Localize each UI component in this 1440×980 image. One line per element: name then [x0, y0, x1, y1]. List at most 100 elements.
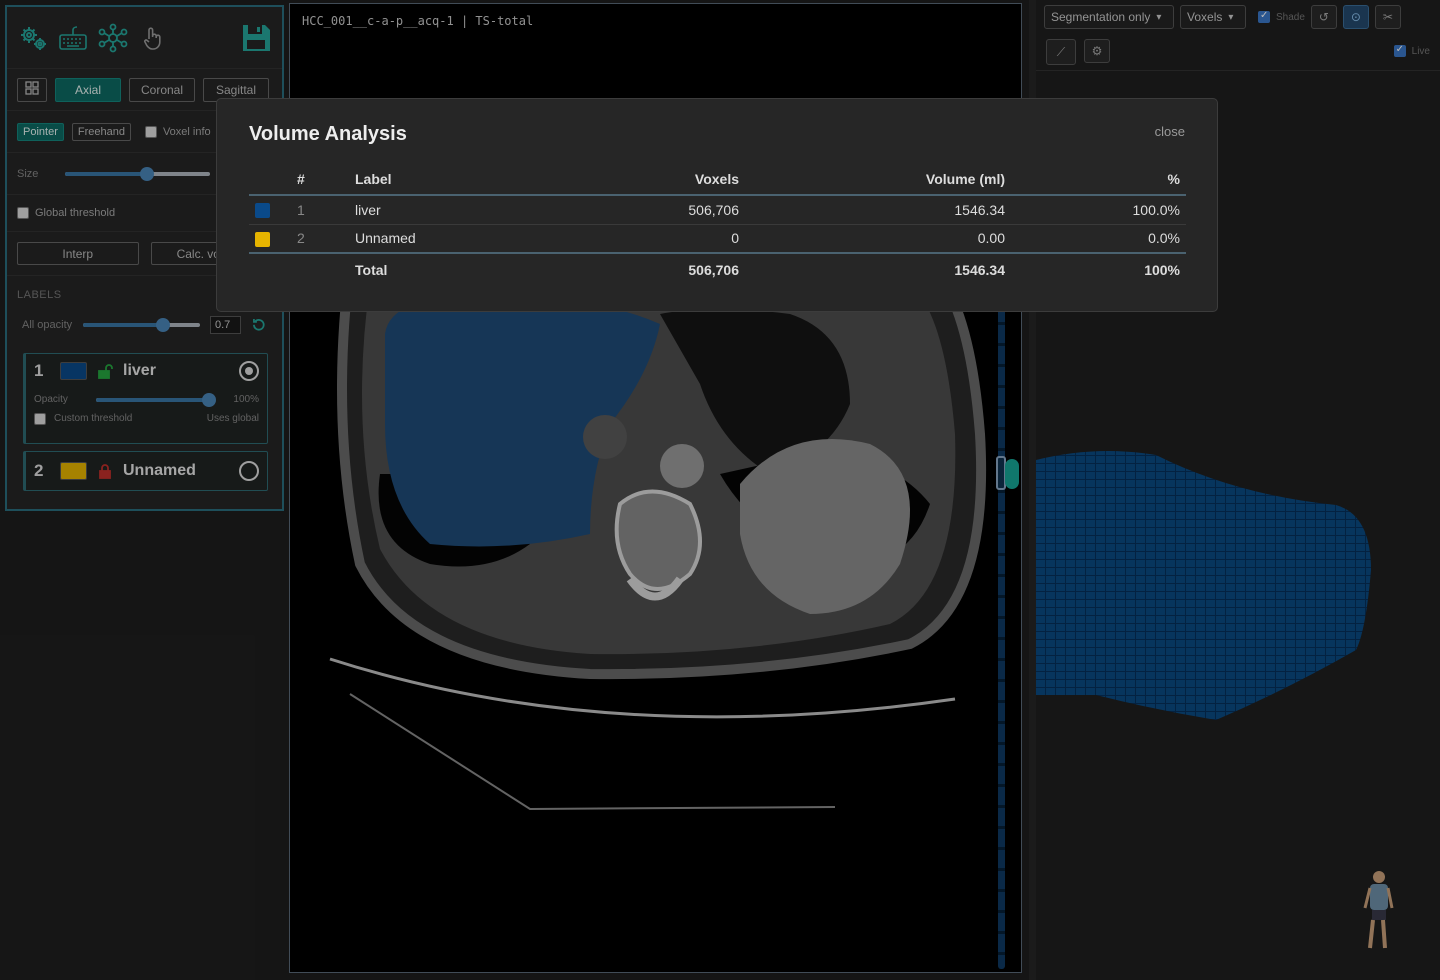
modal-title: Volume Analysis: [249, 123, 407, 145]
slice-scrollbar[interactable]: [998, 304, 1005, 969]
chevron-down-icon: ▾: [1156, 11, 1162, 23]
row-index: 2: [297, 224, 355, 254]
custom-threshold-checkbox[interactable]: [34, 412, 46, 425]
voxel-info-toggle[interactable]: Voxel info: [144, 125, 211, 138]
percent-column-header: %: [1011, 163, 1186, 196]
voxel-info-label: Voxel info: [162, 125, 211, 138]
save-icon[interactable]: [240, 22, 272, 54]
label-card-liver[interactable]: 1 liver Opacity 100% Custom threshold Us…: [23, 353, 268, 444]
hand-pointer-icon[interactable]: [137, 22, 169, 54]
active-label-radio[interactable]: [239, 361, 259, 381]
grid-icon: [25, 81, 39, 98]
label-card-unnamed[interactable]: 2 Unnamed: [23, 451, 268, 491]
pointer-tool-button[interactable]: Pointer: [17, 122, 64, 141]
coronal-view-button[interactable]: Coronal: [129, 77, 195, 102]
voxel-info-checkbox[interactable]: [144, 125, 157, 138]
display-mode-value: Segmentation only: [1051, 10, 1151, 24]
3d-toolbar-secondary: ⟋ ⚙: [1046, 39, 1110, 65]
table-row: 2 Unnamed 0 0.00 0.0%: [249, 224, 1186, 254]
row-voxels: 0: [535, 224, 745, 254]
freehand-tool-button[interactable]: Freehand: [71, 122, 131, 141]
gear-icon: ⚙: [1091, 44, 1103, 58]
clip-button[interactable]: ✂: [1374, 5, 1401, 29]
label-select-radio[interactable]: [239, 461, 259, 481]
locked-icon[interactable]: [97, 463, 113, 479]
3d-liver-mesh[interactable]: [1036, 440, 1440, 760]
label-name[interactable]: liver: [123, 362, 229, 380]
volume-column-header: Volume (ml): [745, 163, 1011, 196]
keyboard-icon[interactable]: [57, 22, 89, 54]
volume-table: # Label Voxels Volume (ml) % 1 liver 506…: [249, 163, 1186, 285]
live-toggle[interactable]: Live: [1393, 44, 1430, 57]
render-style-value: Voxels: [1187, 10, 1223, 24]
global-threshold-toggle[interactable]: Global threshold: [17, 207, 115, 219]
all-opacity-input[interactable]: 0.7: [209, 316, 242, 334]
settings-gear-icon[interactable]: [17, 22, 49, 54]
label-color-swatch[interactable]: [60, 362, 87, 380]
grid-layout-button[interactable]: [17, 77, 47, 102]
3d-toolbar: Segmentation only ▾ Voxels ▾ Shade ↺ ⊙ ✂: [1044, 5, 1401, 29]
render-style-select[interactable]: Voxels ▾: [1180, 5, 1246, 29]
row-voxels: 506,706: [535, 195, 745, 225]
color-column-header: [249, 163, 297, 196]
rotate-icon: ↺: [1318, 10, 1329, 24]
label-opacity-slider[interactable]: [95, 392, 216, 407]
display-mode-select[interactable]: Segmentation only ▾: [1044, 5, 1174, 29]
shade-toggle[interactable]: Shade: [1258, 10, 1305, 23]
chevron-down-icon: ▾: [1228, 11, 1234, 23]
3d-settings-button[interactable]: ⚙: [1084, 39, 1110, 63]
row-label: liver: [355, 195, 535, 225]
index-column-header: #: [297, 163, 355, 196]
row-color-swatch: [255, 203, 270, 219]
network-nodes-icon[interactable]: [97, 22, 129, 54]
volume-analysis-modal: Volume Analysis close # Label Voxels Vol…: [216, 98, 1218, 312]
row-color-swatch: [255, 231, 270, 247]
labels-section-title: LABELS: [17, 289, 62, 301]
unlocked-icon[interactable]: [97, 363, 113, 379]
3d-toolbar-divider: [1036, 70, 1440, 71]
orientation-figure-icon: [1361, 870, 1395, 952]
total-voxels: 506,706: [535, 252, 745, 285]
slice-scroll-knob[interactable]: [1005, 459, 1019, 489]
reset-opacity-icon[interactable]: [251, 317, 267, 333]
table-header-row: # Label Voxels Volume (ml) %: [249, 163, 1186, 196]
global-threshold-label: Global threshold: [35, 207, 116, 219]
total-volume: 1546.34: [745, 252, 1011, 285]
brush-tool-button[interactable]: ⟋: [1046, 39, 1076, 65]
label-number: 2: [34, 461, 44, 480]
size-label: Size: [17, 167, 39, 180]
target-icon: ⊙: [1350, 10, 1361, 24]
shade-checkbox[interactable]: [1258, 10, 1270, 23]
table-total-row: Total 506,706 1546.34 100%: [249, 252, 1186, 285]
reset-view-button[interactable]: ↺: [1310, 5, 1337, 29]
all-opacity-slider[interactable]: [82, 318, 200, 332]
global-threshold-checkbox[interactable]: [17, 207, 29, 219]
row-percent: 100.0%: [1011, 195, 1186, 225]
shade-label: Shade: [1276, 11, 1305, 23]
label-column-header: Label: [355, 163, 535, 196]
live-checkbox[interactable]: [1393, 44, 1406, 57]
label-color-swatch[interactable]: [60, 462, 87, 480]
axial-view-button[interactable]: Axial: [55, 77, 121, 102]
custom-threshold-label: Custom threshold: [54, 413, 133, 424]
row-volume: 0.00: [745, 224, 1011, 254]
target-button[interactable]: ⊙: [1342, 5, 1369, 29]
table-row: 1 liver 506,706 1546.34 100.0%: [249, 195, 1186, 225]
row-label: Unnamed: [355, 224, 535, 254]
label-name[interactable]: Unnamed: [123, 462, 229, 480]
app-root: Axial Coronal Sagittal Pointer Freehand …: [0, 0, 1440, 980]
label-opacity-label: Opacity: [34, 394, 68, 405]
label-number: 1: [34, 361, 44, 380]
voxels-column-header: Voxels: [535, 163, 745, 196]
uses-global-text: Uses global: [206, 413, 259, 424]
interp-button[interactable]: Interp: [17, 242, 139, 265]
size-slider[interactable]: [65, 166, 210, 181]
total-label: Total: [355, 252, 535, 285]
all-opacity-row: All opacity 0.7: [7, 314, 282, 336]
label-opacity-value: 100%: [233, 394, 259, 405]
modal-close-button[interactable]: close: [1155, 124, 1185, 139]
brush-icon: ⟋: [1056, 44, 1066, 59]
scissors-icon: ✂: [1382, 10, 1393, 24]
all-opacity-label: All opacity: [22, 319, 73, 331]
live-label: Live: [1411, 45, 1430, 57]
